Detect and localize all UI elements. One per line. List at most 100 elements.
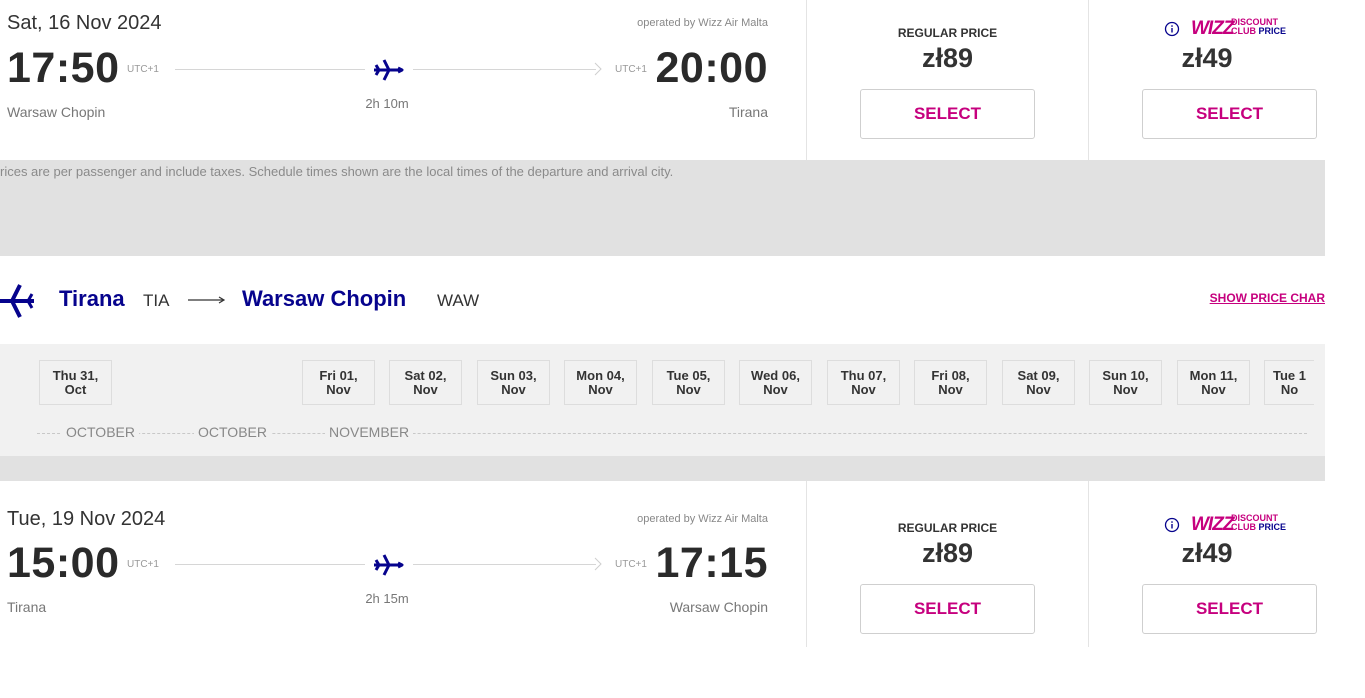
date-day: Thu 07, <box>840 368 887 383</box>
section-divider <box>0 456 1325 481</box>
date-day: Thu 31, <box>52 368 99 383</box>
date-option[interactable]: Fri 01, Nov <box>302 360 375 405</box>
club-price-column: WIZZ DISCOUNT CLUB PRICE zł49 SELECT <box>1088 481 1325 647</box>
date-day: Sun 10, <box>1102 368 1149 383</box>
route-line <box>413 69 596 70</box>
date-option[interactable]: Mon 04, Nov <box>564 360 637 405</box>
departure-timezone: UTC+1 <box>127 559 159 570</box>
arrival-time: 20:00 <box>655 44 768 92</box>
date-day: Wed 06, <box>751 368 800 383</box>
operator-label: operated by Wizz Air Malta <box>637 17 768 29</box>
date-option[interactable]: Mon 11, Nov <box>1177 360 1250 405</box>
route-line <box>413 564 596 565</box>
date-month: Nov <box>326 382 351 397</box>
regular-price-column: REGULAR PRICE zł89 SELECT <box>806 0 1088 160</box>
arrival-time: 17:15 <box>655 539 768 587</box>
departure-timezone: UTC+1 <box>127 64 159 75</box>
date-day: Fri 08, <box>931 368 970 383</box>
date-option[interactable]: Sun 03, Nov <box>477 360 550 405</box>
departure-time: 17:50 <box>7 44 120 92</box>
airplane-return-icon <box>0 284 34 318</box>
wizz-logo: WIZZ <box>1191 18 1234 39</box>
regular-price-label: REGULAR PRICE <box>897 521 998 535</box>
flight-details: Tue, 19 Nov 2024 operated by Wizz Air Ma… <box>0 481 806 647</box>
date-month: Nov <box>1201 382 1226 397</box>
date-month: Nov <box>1113 382 1138 397</box>
origin-code: TIA <box>143 291 170 310</box>
regular-price-value: zł89 <box>921 538 974 568</box>
route-header: Tirana TIA Warsaw Chopin WAW SHOW PRICE … <box>0 256 1325 344</box>
departure-city: Warsaw Chopin <box>7 104 106 120</box>
route-line <box>175 69 365 70</box>
notice-band: rices are per passenger and include taxe… <box>0 160 1325 256</box>
destination-city: Warsaw Chopin <box>242 286 407 311</box>
flight-duration: 2h 15m <box>365 591 409 606</box>
discount-club-label: DISCOUNT CLUB PRICE <box>1231 18 1286 36</box>
club-word: CLUB <box>1231 522 1256 532</box>
date-month: Nov <box>501 382 526 397</box>
date-month: No <box>1280 382 1299 397</box>
chevron-left-icon[interactable]: ‹ <box>0 374 1 397</box>
date-option[interactable]: Tue 1 No <box>1264 360 1314 405</box>
date-day: Mon 04, <box>576 368 625 383</box>
date-month: Nov <box>676 382 701 397</box>
show-price-chart-link[interactable]: SHOW PRICE CHAR <box>1210 291 1325 305</box>
route-line <box>175 564 365 565</box>
select-regular-button[interactable]: SELECT <box>860 584 1035 634</box>
info-icon[interactable] <box>1164 21 1180 37</box>
date-selector: ‹ Thu 31, Oct Fri 01, Nov Sat 02, Nov Su… <box>0 344 1325 456</box>
date-option[interactable]: Tue 05, Nov <box>652 360 725 405</box>
date-month: Nov <box>413 382 438 397</box>
origin-city: Tirana <box>59 286 125 311</box>
route-end-icon <box>594 557 602 571</box>
discount-club-label: DISCOUNT CLUB PRICE <box>1231 514 1286 532</box>
arrival-timezone: UTC+1 <box>615 559 647 570</box>
operator-label: operated by Wizz Air Malta <box>637 513 768 525</box>
regular-price-label: REGULAR PRICE <box>897 26 998 40</box>
route-end-icon <box>594 62 602 76</box>
date-month: Oct <box>64 382 87 397</box>
wizz-logo: WIZZ <box>1191 514 1234 535</box>
select-regular-button[interactable]: SELECT <box>860 89 1035 139</box>
discount-club-line2: CLUB PRICE <box>1231 27 1286 36</box>
arrival-city: Tirana <box>728 104 768 120</box>
date-month: Nov <box>1026 382 1051 397</box>
flight-duration: 2h 10m <box>365 96 409 111</box>
date-option[interactable]: Wed 06, Nov <box>739 360 812 405</box>
date-option[interactable]: Sat 02, Nov <box>389 360 462 405</box>
date-option[interactable]: Sat 09, Nov <box>1002 360 1075 405</box>
date-option[interactable]: Thu 31, Oct <box>39 360 112 405</box>
select-club-button[interactable]: SELECT <box>1142 89 1317 139</box>
info-icon[interactable] <box>1164 517 1180 533</box>
regular-price-value: zł89 <box>921 43 974 73</box>
date-day: Sun 03, <box>490 368 537 383</box>
club-price-column: WIZZ DISCOUNT CLUB PRICE zł49 SELECT <box>1088 0 1325 160</box>
date-option[interactable]: Thu 07, Nov <box>827 360 900 405</box>
arrow-right-icon <box>188 296 226 304</box>
month-label: OCTOBER <box>62 424 139 440</box>
price-word: PRICE <box>1258 26 1287 36</box>
discount-club-line2: CLUB PRICE <box>1231 523 1286 532</box>
club-word: CLUB <box>1231 26 1256 36</box>
date-day: Mon 11, <box>1189 368 1238 383</box>
price-notice: rices are per passenger and include taxe… <box>0 164 674 179</box>
date-option[interactable]: Sun 10, Nov <box>1089 360 1162 405</box>
flight-card: Tue, 19 Nov 2024 operated by Wizz Air Ma… <box>0 481 1325 647</box>
date-option[interactable]: Fri 08, Nov <box>914 360 987 405</box>
flight-details: Sat, 16 Nov 2024 operated by Wizz Air Ma… <box>0 0 806 160</box>
date-month: Nov <box>588 382 613 397</box>
arrival-city: Warsaw Chopin <box>669 599 768 615</box>
date-day: Tue 05, <box>666 368 711 383</box>
arrival-timezone: UTC+1 <box>615 64 647 75</box>
month-axis: OCTOBER OCTOBER NOVEMBER <box>0 422 1325 442</box>
club-price-value: zł49 <box>1181 538 1233 568</box>
flight-date: Sat, 16 Nov 2024 <box>7 12 162 34</box>
regular-price-column: REGULAR PRICE zł89 SELECT <box>806 481 1088 647</box>
select-club-button[interactable]: SELECT <box>1142 584 1317 634</box>
flight-card: Sat, 16 Nov 2024 operated by Wizz Air Ma… <box>0 0 1325 160</box>
price-word: PRICE <box>1258 522 1287 532</box>
destination-code: WAW <box>437 291 480 310</box>
departure-time: 15:00 <box>7 539 120 587</box>
month-label: NOVEMBER <box>325 424 414 440</box>
date-day: Tue 1 <box>1273 368 1306 383</box>
